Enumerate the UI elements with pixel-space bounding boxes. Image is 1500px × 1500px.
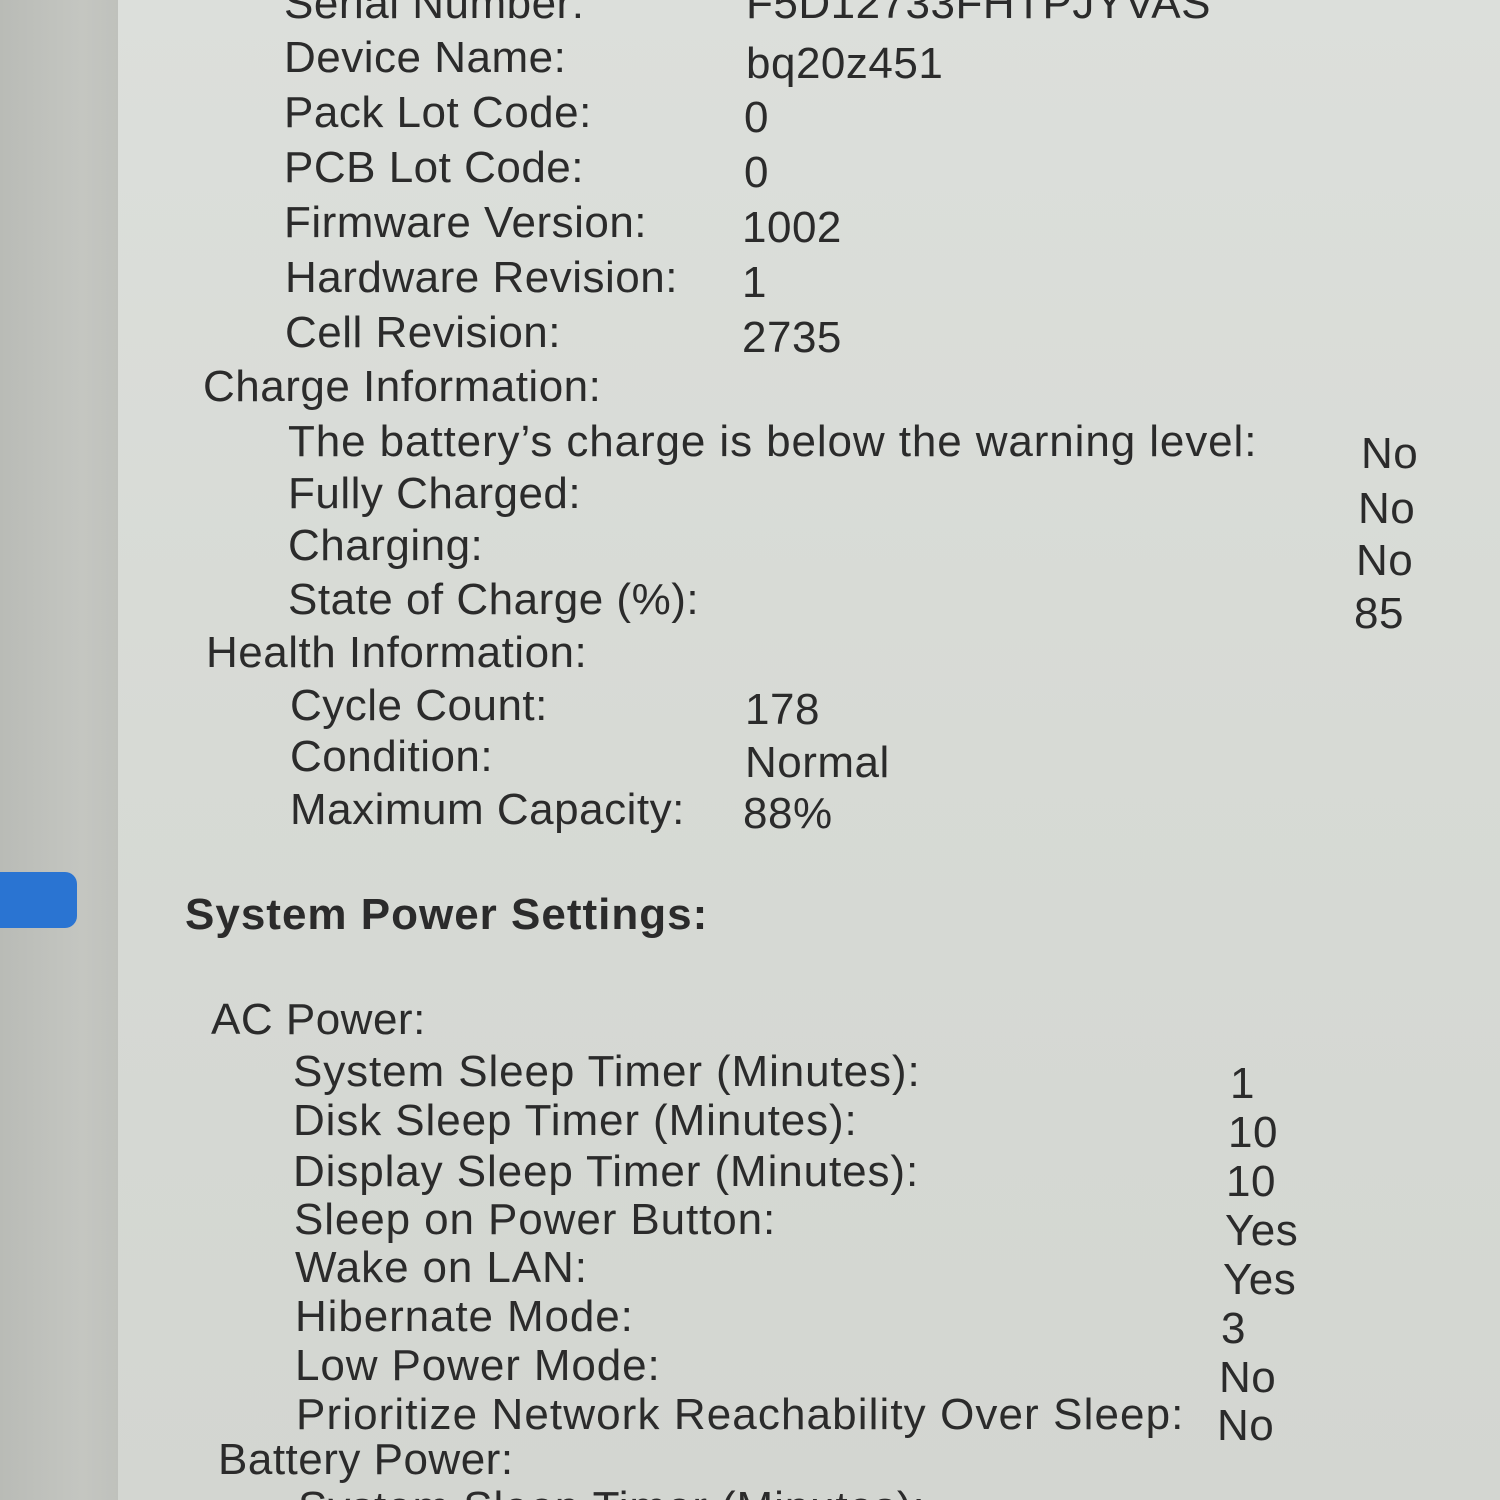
condition-label: Condition: (290, 732, 494, 781)
cycle-count-label: Cycle Count: (290, 681, 548, 730)
condition-value: Normal (745, 738, 890, 787)
device-name-label: Device Name: (284, 33, 567, 82)
pcb-lot-code-label: PCB Lot Code: (284, 143, 584, 192)
serial-number-value: F5D12733FHTPJYVAS (746, 0, 1211, 28)
ac-disk-sleep-value: 10 (1228, 1108, 1278, 1157)
fully-charged-value: No (1358, 484, 1416, 533)
cycle-count-value: 178 (745, 685, 820, 734)
charging-value: No (1356, 536, 1414, 585)
charging-label: Charging: (288, 521, 484, 570)
ac-system-sleep-label: System Sleep Timer (Minutes): (293, 1047, 921, 1096)
below-warning-label: The battery’s charge is below the warnin… (288, 417, 1258, 466)
device-name-value: bq20z451 (746, 39, 944, 88)
state-of-charge-value: 85 (1354, 589, 1404, 638)
ac-display-sleep-value: 10 (1226, 1157, 1276, 1206)
pcb-lot-code-value: 0 (744, 148, 769, 197)
ac-prioritize-network-label: Prioritize Network Reachability Over Sle… (296, 1390, 1185, 1439)
sidebar (0, 0, 118, 1500)
ac-hibernate-mode-label: Hibernate Mode: (295, 1292, 634, 1341)
state-of-charge-label: State of Charge (%): (288, 575, 700, 624)
ac-wake-on-lan-value: Yes (1223, 1255, 1297, 1304)
maximum-capacity-value: 88% (743, 789, 833, 838)
charge-information-heading: Charge Information: (203, 362, 602, 411)
ac-disk-sleep-label: Disk Sleep Timer (Minutes): (293, 1096, 858, 1145)
hardware-revision-label: Hardware Revision: (285, 253, 678, 302)
firmware-version-label: Firmware Version: (284, 198, 648, 247)
serial-number-label: Serial Number: (284, 0, 585, 28)
ac-sleep-power-button-value: Yes (1225, 1206, 1299, 1255)
system-power-settings-heading: System Power Settings: (185, 890, 709, 939)
cell-revision-value: 2735 (742, 313, 842, 362)
report-content: Serial Number: F5D12733FHTPJYVAS Device … (118, 0, 1500, 1500)
ac-low-power-mode-value: No (1219, 1353, 1277, 1402)
ac-display-sleep-label: Display Sleep Timer (Minutes): (293, 1147, 920, 1196)
ac-hibernate-mode-value: 3 (1221, 1304, 1246, 1353)
ac-low-power-mode-label: Low Power Mode: (295, 1341, 661, 1390)
pack-lot-code-value: 0 (744, 93, 769, 142)
ac-sleep-power-button-label: Sleep on Power Button: (294, 1195, 777, 1244)
hardware-revision-value: 1 (742, 258, 767, 307)
health-information-heading: Health Information: (206, 628, 588, 677)
ac-prioritize-network-value: No (1217, 1401, 1275, 1450)
ac-power-heading: AC Power: (211, 995, 426, 1044)
maximum-capacity-label: Maximum Capacity: (290, 785, 685, 834)
pack-lot-code-label: Pack Lot Code: (284, 88, 592, 137)
sidebar-selected-item[interactable] (0, 872, 77, 928)
ac-system-sleep-value: 1 (1230, 1059, 1255, 1108)
battery-power-heading: Battery Power: (218, 1435, 514, 1484)
battery-system-sleep-label: System Sleep Timer (Minutes): (298, 1486, 926, 1500)
fully-charged-label: Fully Charged: (288, 469, 582, 518)
firmware-version-value: 1002 (742, 203, 842, 252)
below-warning-value: No (1361, 429, 1419, 478)
ac-wake-on-lan-label: Wake on LAN: (295, 1243, 588, 1292)
cell-revision-label: Cell Revision: (285, 308, 561, 357)
